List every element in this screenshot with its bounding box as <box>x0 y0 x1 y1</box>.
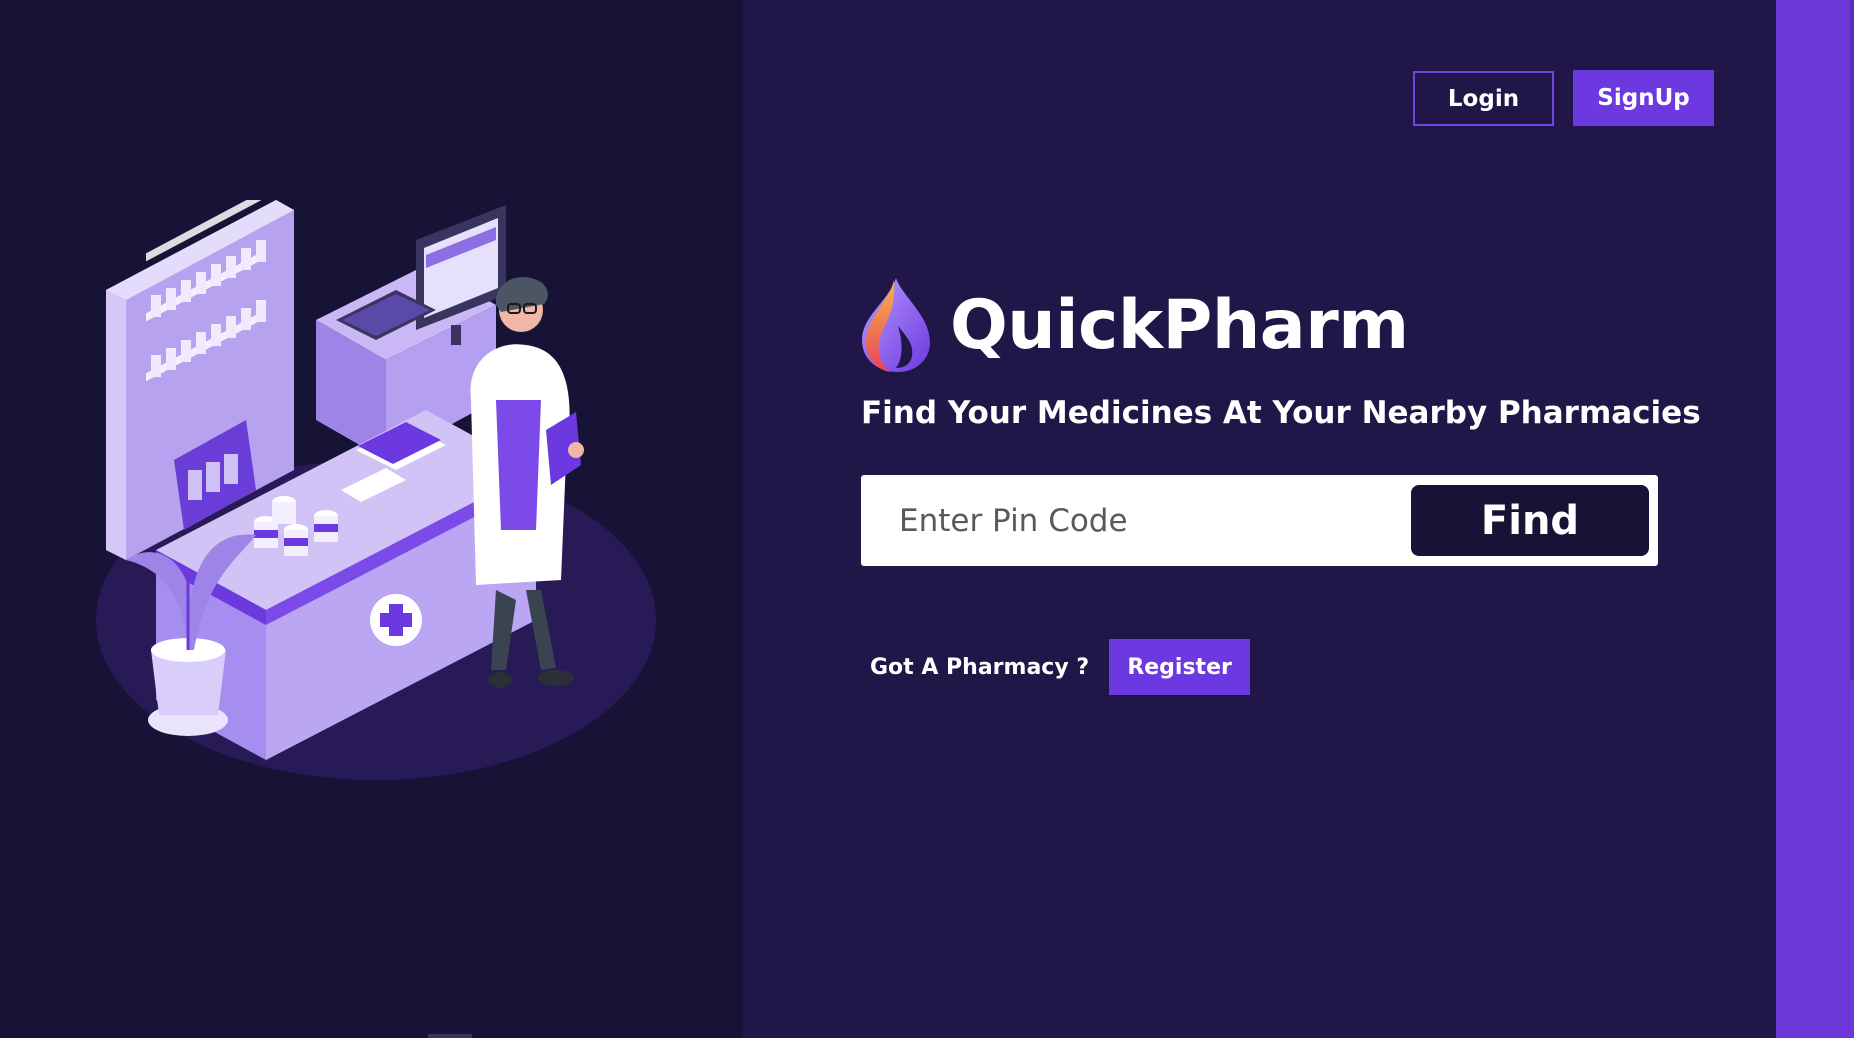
login-button[interactable]: Login <box>1413 71 1554 126</box>
illustration-panel <box>0 0 743 1038</box>
brand-name: QuickPharm <box>950 285 1409 365</box>
pin-search-box: Find <box>861 475 1658 566</box>
scrollbar-thumb[interactable] <box>1850 0 1854 680</box>
register-prompt: Got A Pharmacy ? <box>870 654 1090 680</box>
pin-code-input[interactable] <box>861 475 1401 566</box>
signup-button[interactable]: SignUp <box>1573 70 1714 126</box>
side-rail <box>1776 0 1854 1038</box>
pharmacist-illustration <box>96 200 656 780</box>
register-row: Got A Pharmacy ? Register <box>870 639 1251 695</box>
brand: QuickPharm <box>860 275 1409 375</box>
flame-drop-icon <box>862 278 930 372</box>
landing-page: Login SignUp QuickPharm Find Your Medici… <box>0 0 1854 1038</box>
hero-tagline: Find Your Medicines At Your Nearby Pharm… <box>861 395 1701 431</box>
register-button[interactable]: Register <box>1109 639 1251 695</box>
find-button[interactable]: Find <box>1411 485 1649 556</box>
bottom-scroll-indicator <box>428 1034 472 1038</box>
